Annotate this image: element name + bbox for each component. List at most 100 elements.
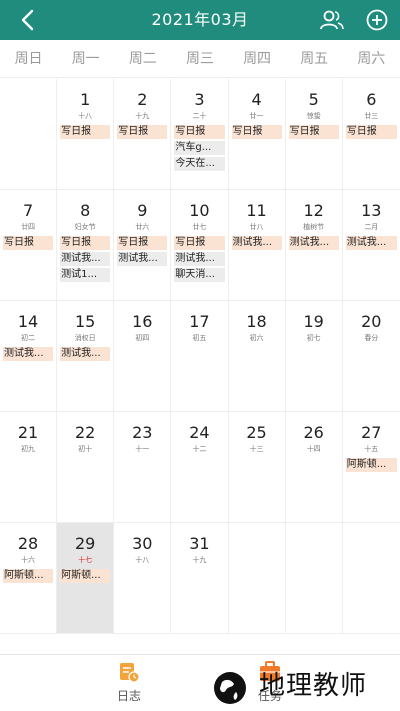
watermark-text: 地理教师 xyxy=(259,671,368,701)
day-cell-30[interactable]: 30 十八 xyxy=(114,523,172,633)
day-cell-23[interactable]: 23 十一 xyxy=(114,412,172,522)
day-number: 18 xyxy=(246,312,267,331)
lunar-date: 十四 xyxy=(306,445,321,453)
event-chip[interactable]: 测试我... xyxy=(174,252,225,266)
people-icon[interactable] xyxy=(319,8,345,32)
lunar-date: 初四 xyxy=(135,334,150,342)
day-number: 8 xyxy=(80,201,91,220)
tab-journal[interactable]: 日志 xyxy=(99,661,159,704)
event-chip[interactable]: 写日报 xyxy=(345,125,397,139)
day-cell-3[interactable]: 3 二十 写日报 汽车g... 今天在... xyxy=(171,79,229,189)
event-list: 写日报汽车g... 今天在... xyxy=(174,125,225,173)
event-chip[interactable]: 阿斯顿... xyxy=(60,569,111,583)
day-cell-7[interactable]: 7 廿四 写日报 xyxy=(0,190,58,300)
lunar-date: 春分 xyxy=(364,334,379,342)
lunar-date: 十六 xyxy=(21,556,36,564)
event-chip[interactable]: 写日报 xyxy=(174,125,225,139)
event-chip[interactable]: 测试我... xyxy=(231,236,282,250)
weekday-sun: 周日 xyxy=(14,51,43,67)
day-number: 15 xyxy=(75,312,96,331)
lunar-date: 廿八 xyxy=(249,223,264,231)
event-chip[interactable]: 写日报 xyxy=(3,236,54,250)
event-chip[interactable]: 阿斯顿... xyxy=(345,458,397,472)
day-cell-1[interactable]: 1 十八 写日报 xyxy=(57,79,115,189)
lunar-date: 十八 xyxy=(135,556,150,564)
top-bar: 2021年03月 xyxy=(0,0,400,40)
day-cell-19[interactable]: 19 初七 xyxy=(286,301,343,411)
event-chip[interactable]: 测试我... xyxy=(60,347,111,361)
day-cell-27[interactable]: 27 十五 阿斯顿... xyxy=(343,412,400,522)
calendar-week-row: 28 十六阿斯顿... 29 十七 阿斯顿... 30 十八 31 十九 xyxy=(0,523,400,634)
calendar-week-row: 14 初二 测试我... 15 消权日 测试我... 16 初四 17 初五 18 初六 19 初七 20 春… xyxy=(0,301,400,412)
event-chip[interactable]: 汽车g... xyxy=(174,141,225,155)
event-chip[interactable]: 写日报 xyxy=(60,125,111,139)
day-cell-9[interactable]: 9 廿六 写日报 测试我... xyxy=(114,190,172,300)
event-chip[interactable]: 测试1... xyxy=(60,268,111,282)
event-list: 写日报 xyxy=(3,236,54,252)
event-chip[interactable]: 写日报 xyxy=(117,125,168,139)
lunar-date: 妇女节 xyxy=(74,223,96,231)
event-chip[interactable]: 写日报 xyxy=(231,125,282,139)
day-cell-24[interactable]: 24 十二 xyxy=(171,412,229,522)
event-chip[interactable]: 写日报 xyxy=(288,125,339,139)
event-chip[interactable]: 测试我... xyxy=(345,236,397,250)
day-cell-14[interactable]: 14 初二 测试我... xyxy=(0,301,58,411)
plus-circle-icon[interactable] xyxy=(365,8,389,32)
event-chip[interactable]: 测试我... xyxy=(117,252,168,266)
day-cell-6[interactable]: 6 廿三 写日报 xyxy=(343,79,400,189)
event-list: 测试我... xyxy=(60,347,111,363)
day-number: 5 xyxy=(308,90,319,109)
day-cell-28[interactable]: 28 十六阿斯顿... xyxy=(0,523,58,633)
day-cell-21[interactable]: 21 初九 xyxy=(0,412,58,522)
event-chip[interactable]: 测试我... xyxy=(3,347,54,361)
day-cell-16[interactable]: 16 初四 xyxy=(114,301,172,411)
event-chip[interactable]: 测试我... xyxy=(60,252,111,266)
day-cell-5[interactable]: 5 惊蛰 写日报 xyxy=(286,79,343,189)
event-list: 测试我... xyxy=(345,236,397,252)
empty-day-cell xyxy=(229,523,286,633)
event-chip[interactable]: 写日报 xyxy=(60,236,111,250)
event-chip[interactable]: 测试我... xyxy=(288,236,339,250)
event-chip[interactable]: 聊天消... xyxy=(174,268,225,282)
day-cell-26[interactable]: 26 十四 xyxy=(286,412,343,522)
day-number: 28 xyxy=(17,534,39,553)
day-number: 29 xyxy=(75,534,96,553)
day-cell-4[interactable]: 4 廿一 写日报 xyxy=(229,79,286,189)
event-chip[interactable]: 今天在... xyxy=(174,157,225,171)
lunar-date: 十一 xyxy=(135,445,150,453)
day-cell-2[interactable]: 2 十九 写日报 xyxy=(114,79,172,189)
day-cell-13[interactable]: 13 二月 测试我... xyxy=(343,190,400,300)
day-cell-17[interactable]: 17 初五 xyxy=(171,301,229,411)
event-list: 写日报 xyxy=(345,125,397,141)
lunar-date: 植树节 xyxy=(303,223,325,231)
day-cell-15[interactable]: 15 消权日 测试我... xyxy=(57,301,115,411)
event-chip[interactable]: 写日报 xyxy=(117,236,168,250)
chevron-left-icon[interactable] xyxy=(14,8,42,32)
weekday-header: 周日 周一 周二 周三 周四 周五 周六 xyxy=(0,40,400,78)
day-number: 31 xyxy=(189,534,210,553)
day-cell-22[interactable]: 22 初十 xyxy=(57,412,115,522)
day-cell-11[interactable]: 11 廿八 测试我... xyxy=(229,190,286,300)
event-chip[interactable]: 阿斯顿... xyxy=(3,569,54,583)
day-cell-29[interactable]: 29 十七 阿斯顿... xyxy=(57,523,115,633)
lunar-date: 十九 xyxy=(192,556,207,564)
day-cell-20[interactable]: 20 春分 xyxy=(343,301,400,411)
lunar-date: 初六 xyxy=(249,334,264,342)
event-chip[interactable]: 写日报 xyxy=(174,236,225,250)
journal-icon xyxy=(120,663,140,683)
calendar-week-row: 1 十八 写日报 2 十九 写日报 3 二十 写日报 汽车g... 今天在... 4 廿一 写日报 5 惊蛰写… xyxy=(0,79,400,190)
event-list: 写日报 xyxy=(117,125,168,141)
bottom-tab-bar: 日志 任务 地理教师 xyxy=(0,654,400,711)
day-cell-18[interactable]: 18 初六 xyxy=(229,301,286,411)
day-cell-31[interactable]: 31 十九 xyxy=(171,523,229,633)
day-cell-25[interactable]: 25 十三 xyxy=(229,412,286,522)
event-list: 写日报测试我... xyxy=(117,236,168,268)
day-number: 1 xyxy=(80,90,91,109)
day-number: 22 xyxy=(75,423,96,442)
day-cell-12[interactable]: 12 植树节 测试我... xyxy=(286,190,343,300)
day-number: 26 xyxy=(303,423,324,442)
day-cell-10[interactable]: 10 廿七 写日报 测试我... 聊天消... xyxy=(171,190,229,300)
event-list: 写日报 xyxy=(288,125,339,141)
day-cell-8[interactable]: 8 妇女节写日报测试我... 测试1... xyxy=(57,190,115,300)
lunar-date: 初二 xyxy=(21,334,36,342)
